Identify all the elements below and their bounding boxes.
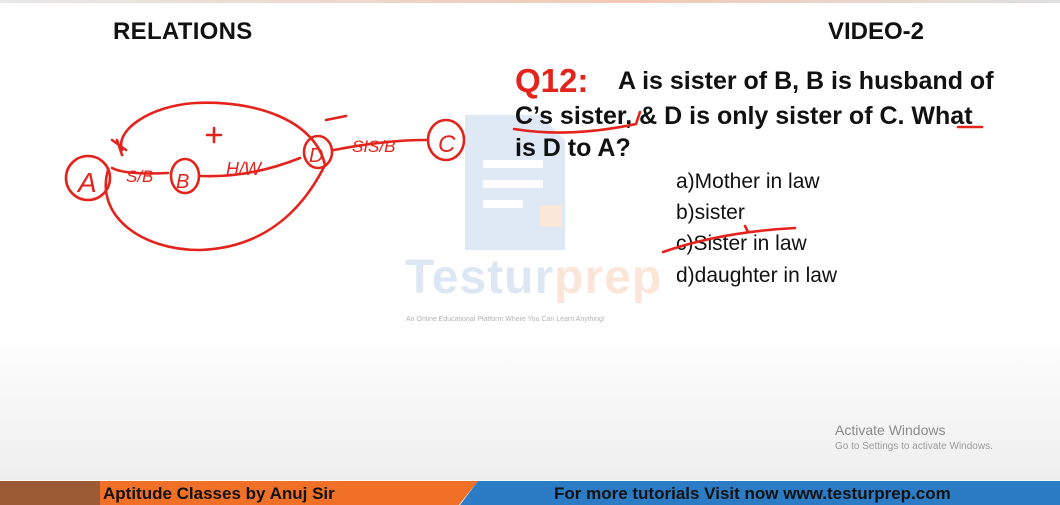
- activate-windows-subtitle: Go to Settings to activate Windows.: [835, 441, 993, 452]
- annotation-link-hw: H/W: [226, 159, 263, 179]
- annotation-link-sb: S/B: [126, 167, 153, 186]
- annotation-node-a: A: [76, 167, 97, 198]
- footer-right-text: For more tutorials Visit now www.testurp…: [554, 484, 951, 503]
- annotation-node-b: B: [176, 171, 189, 193]
- annotation-link-sisb: SIS/B: [352, 137, 395, 156]
- footer-left-text: Aptitude Classes by Anuj Sir: [103, 484, 335, 503]
- footer-toolbar-strip: [0, 481, 100, 505]
- annotation-node-c: C: [438, 131, 456, 158]
- activate-windows-title: Activate Windows: [835, 422, 946, 438]
- annotation-node-d: D: [309, 145, 323, 167]
